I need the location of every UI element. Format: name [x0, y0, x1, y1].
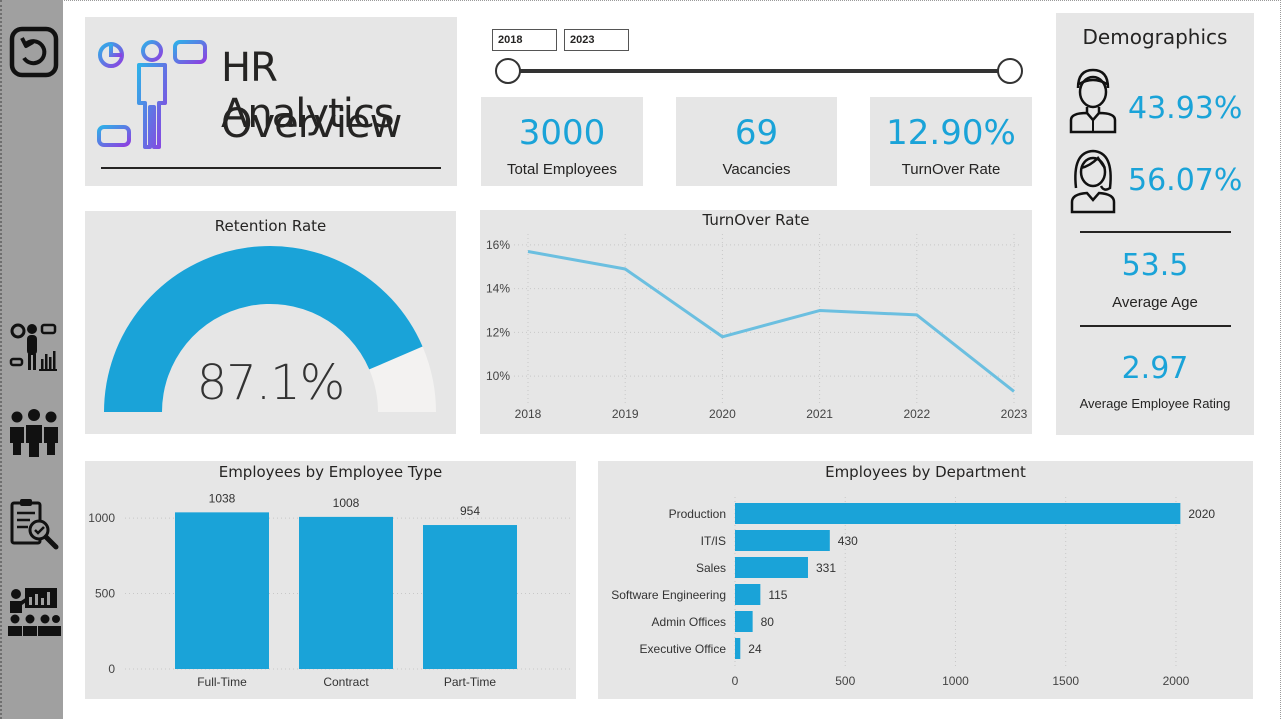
demographics-divider: [1080, 231, 1231, 233]
x-tick-label: 2021: [806, 407, 833, 421]
bar: [735, 503, 1181, 524]
kpi-value: 69: [734, 113, 779, 153]
x-tick-label: 2019: [612, 407, 639, 421]
y-tick-label: 1000: [88, 511, 115, 525]
end-year-input[interactable]: 2023: [564, 29, 629, 51]
y-tick-label: Executive Office: [640, 642, 727, 656]
average-age-label: Average Age: [1112, 294, 1198, 311]
y-tick-label: 12%: [486, 325, 510, 339]
x-tick-label: 2020: [709, 407, 736, 421]
y-tick-label: IT/IS: [701, 534, 726, 548]
data-label: 954: [460, 504, 480, 518]
data-label: 80: [761, 615, 775, 629]
kpi-label: Vacancies: [722, 161, 791, 178]
kpi-card-turnover-rate: 12.90% TurnOver Rate: [870, 97, 1032, 186]
y-tick-label: 16%: [486, 238, 510, 252]
data-label: 2020: [1188, 507, 1215, 521]
bar: [735, 557, 808, 578]
y-tick-label: Admin Offices: [652, 615, 726, 629]
title-underline: [101, 167, 441, 169]
average-rating-value: 2.97: [1121, 351, 1189, 386]
demographics-card: Demographics 43.93% 56.07% 53.5 Average …: [1056, 13, 1254, 435]
x-tick-label: 2018: [515, 407, 542, 421]
female-percentage: 56.07%: [1128, 163, 1243, 198]
performance-review-icon[interactable]: [7, 496, 61, 552]
employee-type-chart-card: Employees by Employee Type 0 500 1000 1038 F…: [85, 461, 576, 699]
bar: [299, 516, 393, 669]
y-tick-label: 500: [95, 587, 115, 601]
overview-nav-icon[interactable]: [7, 318, 61, 374]
bar: [735, 530, 830, 551]
data-label: 115: [768, 588, 787, 602]
data-label: 331: [816, 561, 836, 575]
data-label: 24: [748, 642, 762, 656]
y-tick-label: Software Engineering: [611, 588, 726, 602]
retention-rate-card: Retention Rate 87.1%: [85, 211, 456, 434]
average-age-value: 53.5: [1121, 248, 1189, 283]
male-icon: [1068, 68, 1118, 138]
bar: [175, 512, 269, 669]
demographics-title: Demographics: [1082, 25, 1228, 49]
data-label: 1008: [333, 496, 360, 510]
hr-analytics-logo-icon: [97, 39, 212, 158]
y-tick-label: 10%: [486, 369, 510, 383]
bar: [423, 525, 517, 669]
x-tick-label: Full-Time: [197, 675, 247, 689]
header-card: HR Analytics Overview: [85, 17, 457, 186]
employees-nav-icon[interactable]: [7, 404, 61, 460]
kpi-value: 3000: [518, 113, 606, 153]
training-nav-icon[interactable]: [7, 584, 61, 640]
data-label: 1038: [209, 491, 236, 505]
turnover-line-chart: 10% 12% 14% 16% 2018 2019 2020 2021 2022 2023: [486, 234, 1028, 421]
demographics-divider: [1080, 325, 1231, 327]
x-tick-label: 2023: [1001, 407, 1028, 421]
average-rating-label: Average Employee Rating: [1079, 396, 1231, 411]
department-chart-card: Employees by Department 0 500 1000 1500 2000…: [598, 461, 1253, 699]
x-tick-label: 1000: [942, 674, 969, 688]
x-tick-label: 500: [835, 674, 855, 688]
kpi-card-total-employees: 3000 Total Employees: [481, 97, 643, 186]
female-icon: [1068, 148, 1118, 218]
x-tick-label: 0: [732, 674, 739, 688]
year-slider-track[interactable]: [508, 69, 1010, 73]
retention-rate-value: 87.1%: [196, 355, 345, 411]
bar: [735, 611, 753, 632]
bar: [735, 584, 761, 605]
department-bar-chart: 0 500 1000 1500 2000 2020 Production 430 IT/IS 33…: [611, 497, 1215, 688]
y-tick-label: 0: [108, 662, 115, 676]
sidebar: [0, 0, 63, 719]
x-tick-label: 1500: [1052, 674, 1079, 688]
kpi-label: TurnOver Rate: [901, 161, 1001, 178]
kpi-card-vacancies: 69 Vacancies: [676, 97, 837, 186]
y-tick-label: Sales: [696, 561, 726, 575]
start-year-input[interactable]: 2018: [492, 29, 557, 51]
x-tick-label: 2022: [903, 407, 930, 421]
kpi-label: Total Employees: [506, 161, 618, 178]
year-slider-start-handle[interactable]: [495, 58, 521, 84]
turnover-chart-card: TurnOver Rate 10% 12% 14% 16% 2018 2019 2020 20…: [480, 210, 1032, 434]
y-tick-label: 14%: [486, 282, 510, 296]
back-icon[interactable]: [7, 24, 61, 80]
x-tick-label: 2000: [1163, 674, 1190, 688]
bar: [735, 638, 741, 659]
x-tick-label: Contract: [323, 675, 369, 689]
y-tick-label: Production: [669, 507, 726, 521]
x-tick-label: Part-Time: [444, 675, 497, 689]
year-slider-end-handle[interactable]: [997, 58, 1023, 84]
data-label: 430: [838, 534, 858, 548]
turnover-series-line: [527, 250, 1015, 393]
page-title-line2: Overview: [221, 101, 402, 147]
employee-type-bar-chart: 0 500 1000 1038 Full-Time 1008 Contract 954 Part…: [88, 491, 571, 689]
kpi-value: 12.90%: [886, 113, 1016, 153]
male-percentage: 43.93%: [1128, 91, 1243, 126]
